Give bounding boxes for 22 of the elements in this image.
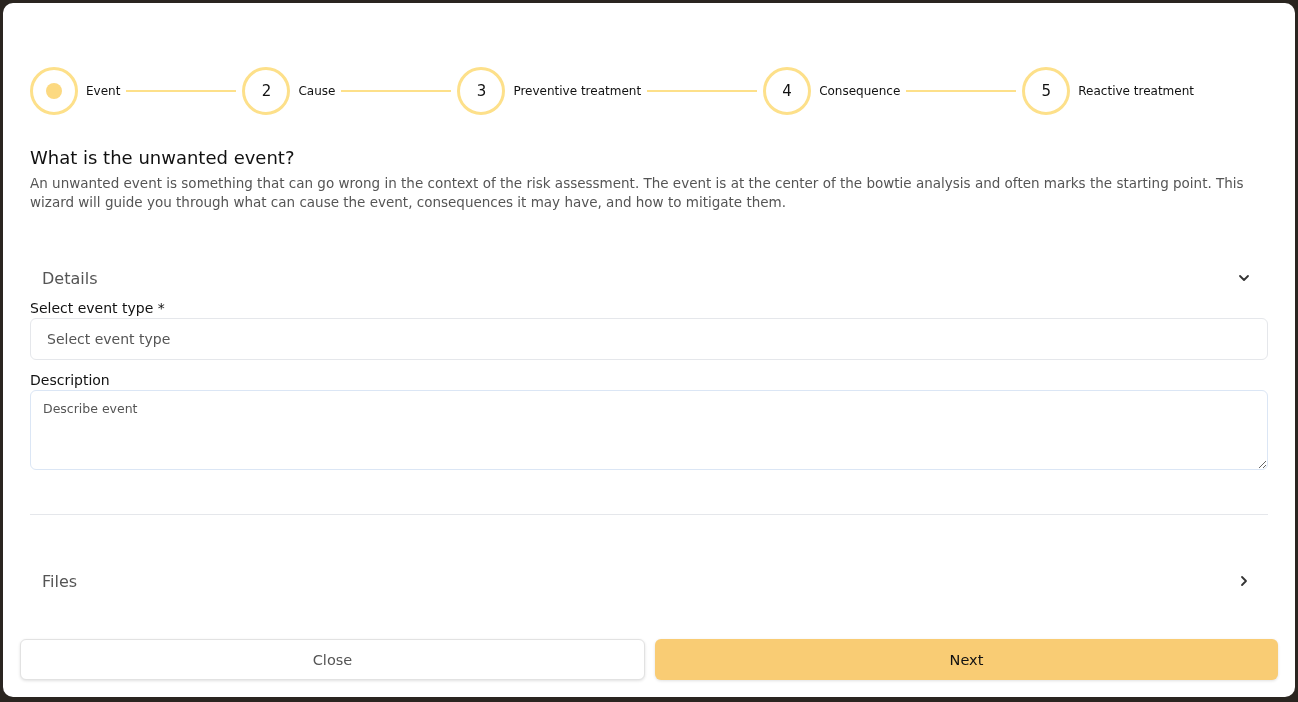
question-heading: What is the unwanted event?	[30, 147, 296, 168]
field-label: Select event type *	[30, 300, 166, 316]
chevron-icon	[1238, 575, 1250, 587]
step-circle[interactable]: 5	[1022, 67, 1071, 115]
step-circle[interactable]: 2	[242, 67, 291, 115]
step-label: Consequence	[819, 84, 901, 98]
step-label: Event	[86, 84, 121, 98]
step-label: Preventive treatment	[513, 84, 642, 98]
field-label: Description	[30, 372, 111, 388]
next-button[interactable]: Next	[655, 639, 1278, 680]
section-header[interactable]: Files	[30, 559, 1268, 603]
section-header[interactable]: Details	[30, 256, 1268, 300]
intro-paragraph: An unwanted event is something that can go wrong in the context of the risk assessment. The event is at the center of the bowtie analysis and often marks the starting point. This wizard will guide you through what can cause the event, consequences it may have, and how to mitigate them.	[30, 174, 1245, 212]
chevron-icon	[1238, 272, 1250, 284]
description-field[interactable]: Describe event	[30, 390, 1268, 470]
step-circle[interactable]	[30, 67, 78, 115]
step-circle[interactable]: 4	[763, 67, 812, 115]
step-circle[interactable]: 3	[457, 67, 506, 115]
close-button[interactable]: Close	[20, 639, 645, 680]
step-label: Cause	[298, 84, 336, 98]
step-label: Reactive treatment	[1078, 84, 1194, 98]
select-field[interactable]: Select event type	[30, 318, 1268, 360]
